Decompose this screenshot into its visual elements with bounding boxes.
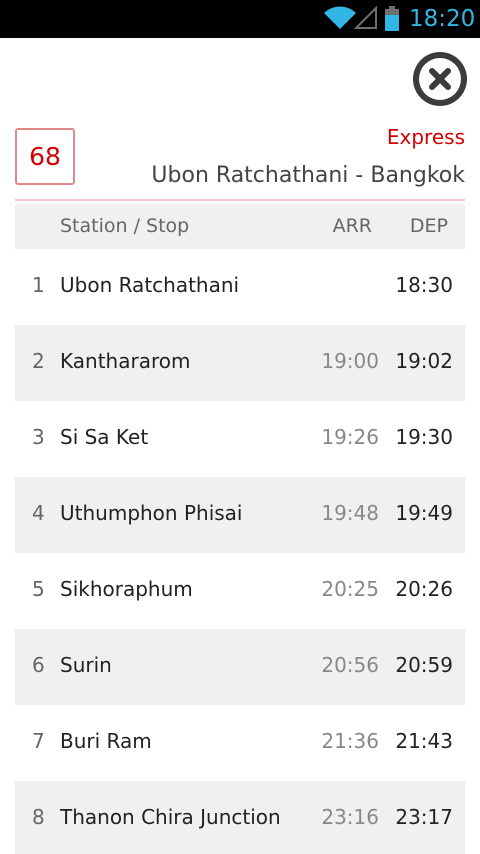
- table-row[interactable]: 1 Ubon Ratchathani 18:30: [15, 249, 465, 325]
- arrival-time: 23:16: [321, 805, 379, 829]
- station-name: Si Sa Ket: [60, 425, 149, 449]
- header-divider: [15, 199, 465, 201]
- arrival-time: 19:26: [321, 425, 379, 449]
- close-icon: [419, 58, 461, 100]
- wifi-icon: [324, 6, 356, 29]
- arrival-time: 20:25: [321, 577, 379, 601]
- stop-index: 4: [32, 501, 45, 525]
- table-row[interactable]: 8 Thanon Chira Junction 23:16 23:17: [15, 781, 465, 854]
- station-name: Uthumphon Phisai: [60, 501, 243, 525]
- arrival-time: 21:36: [321, 729, 379, 753]
- departure-time: 19:30: [395, 425, 453, 449]
- route-title: Ubon Ratchathani - Bangkok: [151, 163, 465, 188]
- arrival-time: 20:56: [321, 653, 379, 677]
- departure-time: 19:49: [395, 501, 453, 525]
- train-type-label: Express: [386, 125, 465, 149]
- stop-index: 5: [32, 577, 45, 601]
- departure-time: 23:17: [395, 805, 453, 829]
- departure-time: 20:59: [395, 653, 453, 677]
- battery-icon: [385, 6, 399, 31]
- stop-index: 2: [32, 349, 45, 373]
- station-name: Ubon Ratchathani: [60, 273, 240, 297]
- column-header-arr: ARR: [332, 215, 372, 237]
- stop-index: 1: [32, 273, 45, 297]
- table-row[interactable]: 2 Kanthararom 19:00 19:02: [15, 325, 465, 401]
- stop-index: 3: [32, 425, 45, 449]
- arrival-time: 19:00: [321, 349, 379, 373]
- station-name: Kanthararom: [60, 349, 191, 373]
- station-name: Surin: [60, 653, 112, 677]
- departure-time: 18:30: [395, 273, 453, 297]
- departure-time: 21:43: [395, 729, 453, 753]
- station-name: Thanon Chira Junction: [60, 805, 281, 829]
- station-name: Buri Ram: [60, 729, 152, 753]
- train-number-badge: 68: [15, 128, 75, 185]
- departure-time: 19:02: [395, 349, 453, 373]
- column-header-dep: DEP: [409, 215, 448, 237]
- table-row[interactable]: 7 Buri Ram 21:36 21:43: [15, 705, 465, 781]
- timetable: Station / Stop ARR DEP 1 Ubon Ratchathan…: [15, 204, 465, 854]
- table-row[interactable]: 6 Surin 20:56 20:59: [15, 629, 465, 705]
- table-row[interactable]: 3 Si Sa Ket 19:26 19:30: [15, 401, 465, 477]
- departure-time: 20:26: [395, 577, 453, 601]
- arrival-time: 19:48: [321, 501, 379, 525]
- station-name: Sikhoraphum: [60, 577, 193, 601]
- table-row[interactable]: 4 Uthumphon Phisai 19:48 19:49: [15, 477, 465, 553]
- table-row[interactable]: 5 Sikhoraphum 20:25 20:26: [15, 553, 465, 629]
- table-header: Station / Stop ARR DEP: [15, 204, 465, 249]
- signal-icon: [354, 6, 377, 29]
- column-header-station: Station / Stop: [60, 215, 190, 237]
- stop-index: 6: [32, 653, 45, 677]
- status-time: 18:20: [409, 6, 476, 32]
- status-bar: 18:20: [0, 0, 480, 38]
- close-button[interactable]: [413, 52, 467, 106]
- stop-index: 8: [32, 805, 45, 829]
- stop-index: 7: [32, 729, 45, 753]
